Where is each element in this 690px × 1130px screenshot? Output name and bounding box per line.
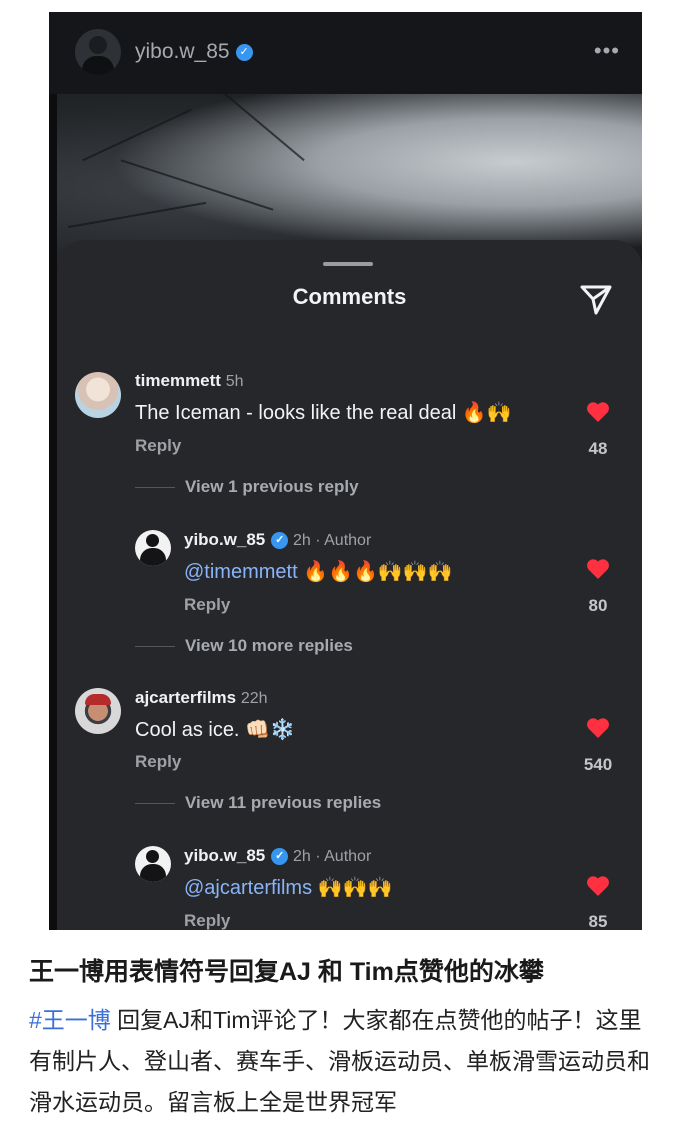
heart-icon[interactable] — [586, 875, 610, 897]
post-photo — [57, 88, 642, 264]
post-avatar[interactable] — [75, 29, 121, 75]
verified-badge-icon: ✓ — [271, 848, 289, 866]
like-count: 80 — [588, 596, 608, 615]
comment-username[interactable]: timemmett 5h — [135, 371, 244, 391]
view-replies-link[interactable]: View 1 previous reply — [185, 477, 359, 497]
view-replies-link[interactable]: View 10 more replies — [185, 636, 353, 656]
post-header: yibo.w_85 ✓ ••• — [49, 12, 642, 94]
comments-sheet: Comments timemmett 5h The Iceman - looks… — [57, 240, 642, 930]
caption-title: 王一博用表情符号回复AJ 和 Tim点赞他的冰攀 — [29, 958, 544, 986]
like-count: 540 — [583, 755, 613, 774]
reply-button[interactable]: Reply — [184, 911, 230, 930]
comment-text: @ajcarterfilms 🙌🙌🙌 — [184, 877, 393, 899]
drag-handle[interactable] — [323, 262, 373, 266]
avatar[interactable] — [75, 372, 121, 418]
post-username[interactable]: yibo.w_85 ✓ — [135, 40, 253, 64]
avatar[interactable] — [75, 688, 121, 734]
comment-text: The Iceman - looks like the real deal 🔥🙌 — [135, 402, 512, 424]
reply-button[interactable]: Reply — [135, 436, 181, 456]
share-icon[interactable] — [577, 280, 615, 318]
like-count: 85 — [588, 912, 608, 930]
avatar[interactable] — [135, 846, 171, 882]
like-count: 48 — [588, 439, 608, 458]
comment-text: @timemmett 🔥🔥🔥🙌🙌🙌 — [184, 561, 453, 583]
reply-button[interactable]: Reply — [135, 752, 181, 772]
mention-link[interactable]: @timemmett — [184, 561, 298, 583]
avatar[interactable] — [135, 530, 171, 566]
divider — [135, 646, 175, 647]
comment-username[interactable]: ajcarterfilms 22h — [135, 688, 268, 708]
heart-icon[interactable] — [586, 558, 610, 580]
heart-icon[interactable] — [586, 717, 610, 739]
text-fade — [560, 1085, 660, 1125]
comment-username[interactable]: yibo.w_85 ✓ 2h · Author — [184, 846, 371, 866]
verified-badge-icon: ✓ — [235, 43, 253, 61]
view-replies-link[interactable]: View 11 previous replies — [185, 793, 381, 813]
heart-icon[interactable] — [586, 401, 610, 423]
divider — [135, 487, 175, 488]
comment-text: Cool as ice. 👊🏻❄️ — [135, 719, 295, 741]
divider — [135, 803, 175, 804]
hashtag-link[interactable]: #王一博 — [29, 1007, 111, 1033]
verified-badge-icon: ✓ — [271, 532, 289, 550]
reply-button[interactable]: Reply — [184, 595, 230, 615]
comments-title: Comments — [292, 284, 407, 309]
more-options-icon[interactable]: ••• — [594, 38, 620, 64]
comment-username[interactable]: yibo.w_85 ✓ 2h · Author — [184, 530, 371, 550]
mention-link[interactable]: @ajcarterfilms — [184, 877, 312, 899]
instagram-screenshot: yibo.w_85 ✓ ••• Comments timemmett 5h The… — [49, 12, 642, 930]
